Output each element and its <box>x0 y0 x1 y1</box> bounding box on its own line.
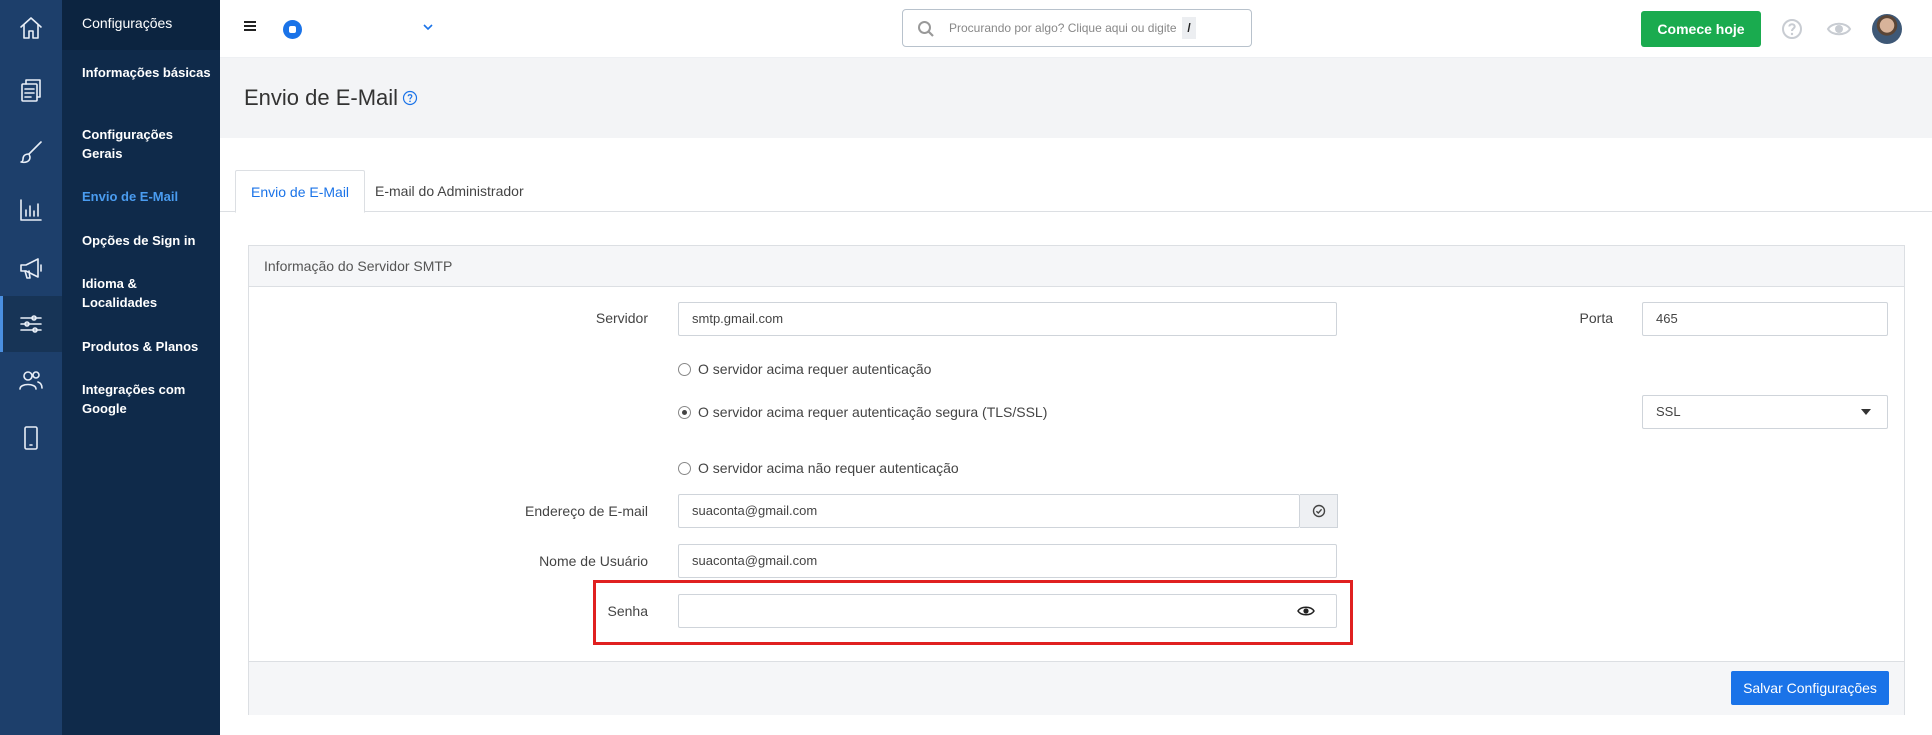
users-icon <box>19 371 43 390</box>
password-highlight-box <box>593 580 1353 645</box>
menu-icon[interactable] <box>244 21 256 31</box>
sidebar-title: Configurações <box>82 15 173 31</box>
mobile-icon <box>24 426 38 450</box>
sidebar-header: Configurações <box>62 0 220 50</box>
icon-rail <box>0 0 62 735</box>
sidebar-item-configuracoes-gerais[interactable]: Configurações Gerais <box>82 125 212 163</box>
save-settings-button[interactable]: Salvar Configurações <box>1731 671 1889 705</box>
email-label: Endereço de E-mail <box>525 503 648 519</box>
sidebar-item-idioma-localidades[interactable]: Idioma & Localidades <box>82 274 212 312</box>
page-title: Envio de E-Mail <box>244 85 399 110</box>
radio-label: O servidor acima requer autenticação seg… <box>698 404 1048 420</box>
start-today-button[interactable]: Comece hoje <box>1641 11 1761 47</box>
radio-button[interactable] <box>678 362 691 376</box>
sidebar-item-envio-de-email[interactable]: Envio de E-Mail <box>82 187 212 206</box>
port-input[interactable]: 465 <box>1642 302 1888 336</box>
tab-envio-de-email[interactable]: Envio de E-Mail <box>235 170 366 213</box>
settings-sidebar: Configurações Informações básicas Config… <box>62 0 220 735</box>
rail-home[interactable] <box>0 0 62 56</box>
radio-button[interactable] <box>678 461 691 475</box>
sidebar-item-opcoes-sign-in[interactable]: Opções de Sign in <box>82 231 212 250</box>
help-circle-icon[interactable] <box>402 90 418 106</box>
panel-title: Informação do Servidor SMTP <box>264 258 453 274</box>
eye-icon[interactable] <box>1826 18 1852 40</box>
tab-bar: Envio de E-Mail E-mail do Administrador <box>220 170 1932 213</box>
rail-marketing[interactable] <box>0 240 62 296</box>
analytics-icon <box>20 199 42 221</box>
rail-mobile[interactable] <box>0 410 62 466</box>
sidebar-item-integracoes-google[interactable]: Integrações com Google <box>82 380 212 418</box>
username-input[interactable]: suaconta@gmail.com <box>678 544 1337 578</box>
avatar[interactable] <box>1872 14 1902 44</box>
security-select[interactable]: SSL <box>1642 395 1888 429</box>
radio-label: O servidor acima requer autenticação <box>698 361 932 377</box>
home-icon <box>20 17 42 39</box>
search-shortcut-key: / <box>1182 17 1196 39</box>
rail-design[interactable] <box>0 124 62 180</box>
rail-analytics[interactable] <box>0 182 62 238</box>
radio-label: O servidor acima não requer autenticação <box>698 460 959 476</box>
check-circle-icon <box>1312 504 1325 518</box>
security-select-value: SSL <box>1656 404 1681 419</box>
sidebar-item-informacoes-basicas[interactable]: Informações básicas <box>82 63 212 82</box>
top-bar: Procurando por algo? Clique aqui ou digi… <box>220 0 1932 58</box>
help-icon[interactable] <box>1781 18 1803 40</box>
auth-option-secure[interactable]: O servidor acima requer autenticação seg… <box>678 404 1047 420</box>
server-input[interactable]: smtp.gmail.com <box>678 302 1337 336</box>
caret-down-icon <box>1861 409 1871 415</box>
search-box[interactable]: Procurando por algo? Clique aqui ou digi… <box>902 9 1252 47</box>
chevron-down-icon[interactable] <box>423 22 433 32</box>
page-header: Envio de E-Mail <box>220 58 1932 138</box>
sidebar-item-produtos-planos[interactable]: Produtos & Planos <box>82 337 212 356</box>
settings-sliders-icon <box>20 315 42 333</box>
search-icon <box>918 21 934 37</box>
rail-documents[interactable] <box>0 62 62 118</box>
verify-email-button[interactable] <box>1300 494 1338 528</box>
documents-icon <box>21 79 41 102</box>
auth-option-none[interactable]: O servidor acima não requer autenticação <box>678 460 959 476</box>
rail-users[interactable] <box>0 352 62 408</box>
email-input[interactable]: suaconta@gmail.com <box>678 494 1300 528</box>
brush-icon <box>20 141 42 164</box>
port-label: Porta <box>1579 310 1613 326</box>
search-placeholder: Procurando por algo? Clique aqui ou digi… <box>949 21 1177 35</box>
server-label: Servidor <box>595 310 648 326</box>
panel-header: Informação do Servidor SMTP <box>249 246 1904 287</box>
username-label: Nome de Usuário <box>539 553 648 569</box>
megaphone-icon <box>20 258 42 279</box>
auth-option-required[interactable]: O servidor acima requer autenticação <box>678 361 931 377</box>
radio-button-checked[interactable] <box>678 405 691 419</box>
tab-email-do-administrador[interactable]: E-mail do Administrador <box>360 170 539 213</box>
app-logo-icon[interactable] <box>283 20 302 39</box>
panel-footer <box>249 661 1904 715</box>
rail-settings[interactable] <box>0 296 62 352</box>
